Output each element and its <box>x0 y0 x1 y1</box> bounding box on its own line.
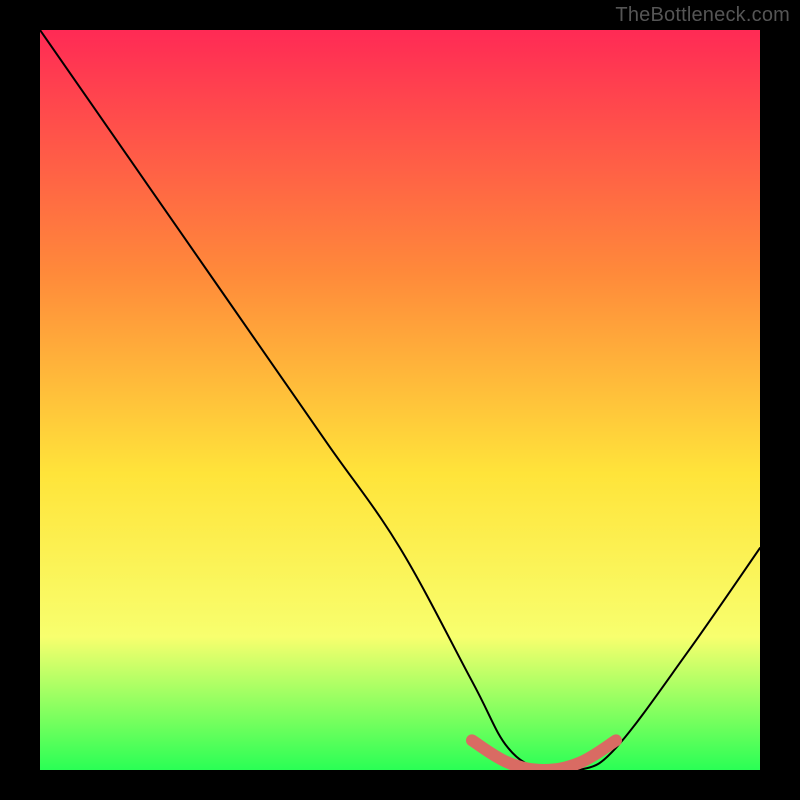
chart-container: TheBottleneck.com <box>0 0 800 800</box>
gradient-background <box>40 30 760 770</box>
bottleneck-chart <box>0 0 800 800</box>
watermark-text: TheBottleneck.com <box>615 4 790 27</box>
